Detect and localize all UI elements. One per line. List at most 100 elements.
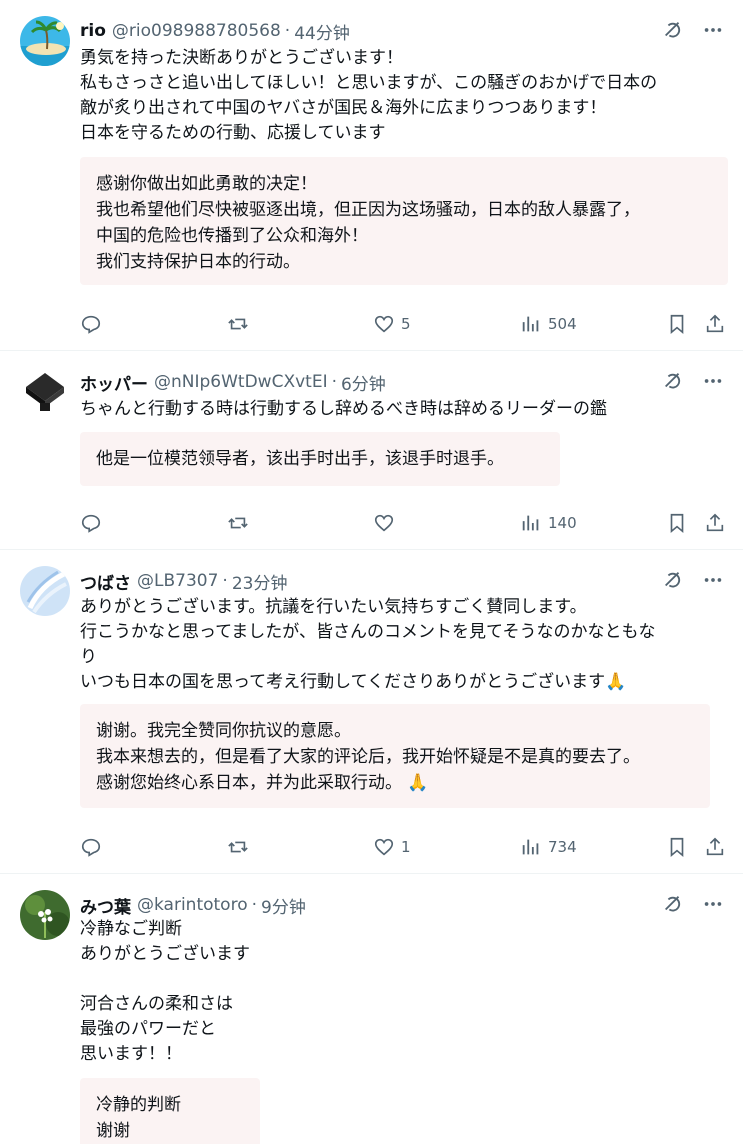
- reply-icon: [81, 315, 101, 334]
- translation-box: 感谢你做出如此勇敢的决定！ 我也希望他们尽快被驱逐出境，但正因为这场骚动，日本的…: [80, 157, 728, 285]
- views-icon: [522, 515, 539, 531]
- user-handle[interactable]: @nNIp6WtDwCXvtEI: [154, 372, 328, 392]
- reply-feed: rio @rio098988780568 · 44分钟 勇気を持った決断ありがと…: [0, 0, 743, 1144]
- share-button[interactable]: [704, 309, 726, 339]
- post-header: rio @rio098988780568 · 44分钟: [80, 18, 350, 44]
- user-handle[interactable]: @karintotoro: [137, 895, 248, 915]
- repost-icon: [228, 318, 248, 330]
- praying-hands-icon: 🙏: [605, 672, 627, 692]
- like-icon: [374, 514, 394, 532]
- like-button[interactable]: 5: [373, 309, 411, 339]
- translation-line: 感谢您始终心系日本，并为此采取行动。 🙏: [96, 770, 694, 796]
- avatar[interactable]: [20, 16, 70, 66]
- timestamp[interactable]: 9分钟: [261, 893, 306, 918]
- post-text-line: ありがとうございます。抗議を行いたい気持ちすごく賛同します。: [80, 597, 587, 617]
- bookmark-button[interactable]: [666, 309, 688, 339]
- view-count: 734: [548, 838, 577, 856]
- reply-icon: [81, 514, 101, 533]
- translation-line: 谢谢: [96, 1121, 130, 1141]
- post-text: 勇気を持った決断ありがとうございます！ 私もさっさと追い出してほしい！と思います…: [80, 46, 730, 146]
- post-text-line: 河合さんの柔和さは: [80, 994, 233, 1014]
- user-handle[interactable]: @rio098988780568: [112, 21, 281, 41]
- display-name[interactable]: rio: [80, 21, 106, 41]
- bookmark-icon: [670, 314, 684, 335]
- grok-icon[interactable]: [661, 369, 685, 393]
- timestamp[interactable]: 44分钟: [294, 19, 350, 44]
- like-count: 5: [401, 315, 411, 333]
- view-count: 504: [548, 315, 577, 333]
- more-icon[interactable]: [701, 568, 725, 592]
- post-mitsuba[interactable]: みつ葉 @karintotoro · 9分钟 冷静なご判断 ありがとうございます…: [0, 874, 743, 1144]
- post-rio[interactable]: rio @rio098988780568 · 44分钟 勇気を持った決断ありがと…: [0, 0, 743, 350]
- post-text-line: [80, 967, 730, 992]
- translation-line: 我也希望他们尽快被驱逐出境，但正因为这场骚动，日本的敌人暴露了，: [96, 200, 640, 220]
- reply-button[interactable]: [80, 832, 102, 862]
- separator-dot: ·: [284, 21, 291, 41]
- post-text-line: いつも日本の国を思って考え行動してくださりありがとうございます🙏: [80, 670, 730, 695]
- post-text-segment: いつも日本の国を思って考え行動してくださりありがとうございます: [80, 672, 606, 692]
- like-button[interactable]: [373, 508, 395, 538]
- views-button[interactable]: 140: [520, 508, 577, 538]
- post-top-icons: [661, 568, 725, 592]
- bookmark-icon: [670, 513, 684, 534]
- post-header: つばさ @LB7307 · 23分钟: [80, 568, 287, 594]
- more-icon[interactable]: [701, 369, 725, 393]
- like-icon: [374, 315, 394, 333]
- post-tsubasa[interactable]: つばさ @LB7307 · 23分钟 ありがとうございます。抗議を行いたい気持ち…: [0, 550, 743, 873]
- action-bar: 1 734: [80, 832, 730, 862]
- display-name[interactable]: ホッパー: [80, 370, 148, 395]
- reply-button[interactable]: [80, 309, 102, 339]
- repost-icon: [228, 517, 248, 529]
- translation-line: 他是一位模范领导者，该出手时出手，该退手时退手。: [96, 449, 504, 469]
- separator-dot: ·: [251, 895, 258, 915]
- post-text-line: り: [80, 647, 97, 667]
- share-icon: [706, 513, 724, 532]
- reply-button[interactable]: [80, 508, 102, 538]
- post-text-line: 行こうかなと思ってましたが、皆さんのコメントを見てそうなのかなともな: [80, 622, 656, 642]
- like-count: 1: [401, 838, 411, 856]
- grok-icon[interactable]: [661, 18, 685, 42]
- post-header: ホッパー @nNIp6WtDwCXvtEI · 6分钟: [80, 369, 386, 395]
- more-icon[interactable]: [701, 18, 725, 42]
- share-button[interactable]: [704, 832, 726, 862]
- post-hopper[interactable]: ホッパー @nNIp6WtDwCXvtEI · 6分钟 ちゃんと行動する時は行動…: [0, 351, 743, 549]
- translation-box: 他是一位模范领导者，该出手时出手，该退手时退手。: [80, 432, 560, 486]
- action-bar: 5 504: [80, 309, 730, 339]
- post-text-line: 思います！！: [80, 1044, 182, 1064]
- views-icon: [522, 316, 539, 332]
- translation-segment: 感谢您始终心系日本，并为此采取行动。: [96, 773, 402, 793]
- bookmark-icon: [670, 837, 684, 858]
- repost-button[interactable]: [226, 832, 250, 862]
- post-text-line: 勇気を持った決断ありがとうございます！: [80, 48, 403, 68]
- post-text-line: 日本を守るための行動、応援しています: [80, 123, 386, 143]
- bookmark-button[interactable]: [666, 832, 688, 862]
- reply-icon: [81, 838, 101, 857]
- timestamp[interactable]: 23分钟: [232, 569, 288, 594]
- avatar[interactable]: [20, 890, 70, 940]
- separator-dot: ·: [331, 372, 337, 392]
- post-text: 冷静なご判断 ありがとうございます 河合さんの柔和さは 最強のパワーだと 思いま…: [80, 917, 730, 1067]
- user-handle[interactable]: @LB7307: [137, 571, 218, 591]
- avatar[interactable]: [20, 367, 70, 417]
- timestamp[interactable]: 6分钟: [341, 370, 386, 395]
- bookmark-button[interactable]: [666, 508, 688, 538]
- views-button[interactable]: 504: [520, 309, 577, 339]
- grok-icon[interactable]: [661, 892, 685, 916]
- share-button[interactable]: [704, 508, 726, 538]
- share-icon: [706, 314, 724, 333]
- avatar[interactable]: [20, 566, 70, 616]
- translation-line: 我们支持保护日本的行动。: [96, 252, 300, 272]
- like-icon: [374, 838, 394, 856]
- display-name[interactable]: つばさ: [80, 569, 131, 594]
- praying-hands-icon: 🙏: [407, 773, 429, 793]
- repost-button[interactable]: [226, 309, 250, 339]
- post-text-line: ちゃんと行動する時は行動するし辞めるべき時は辞めるリーダーの鑑: [80, 399, 607, 419]
- views-button[interactable]: 734: [520, 832, 577, 862]
- more-icon[interactable]: [701, 892, 725, 916]
- repost-button[interactable]: [226, 508, 250, 538]
- display-name[interactable]: みつ葉: [80, 893, 131, 918]
- post-top-icons: [661, 369, 725, 393]
- share-icon: [706, 837, 724, 856]
- grok-icon[interactable]: [661, 568, 685, 592]
- like-button[interactable]: 1: [373, 832, 411, 862]
